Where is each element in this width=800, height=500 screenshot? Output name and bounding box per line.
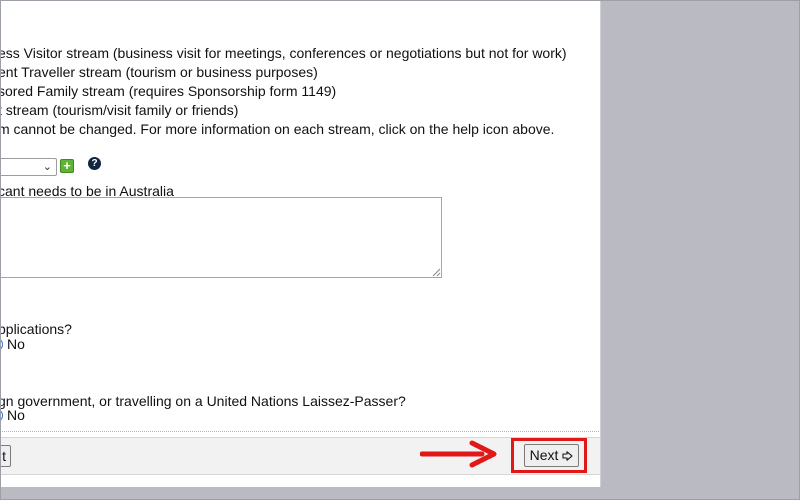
radio-button[interactable]: [0, 408, 3, 422]
question-circle-icon[interactable]: ?: [88, 157, 101, 170]
divider: [0, 431, 600, 432]
chevron-down-icon: ⌄: [42, 161, 52, 173]
form-panel: ess Visitor stream (business visit for m…: [0, 0, 601, 487]
plus-square-icon[interactable]: +: [60, 159, 74, 173]
stream-option-business-visitor: ess Visitor stream (business visit for m…: [0, 45, 567, 61]
next-button[interactable]: Next: [524, 444, 579, 467]
radio-no-foreign-government[interactable]: No: [0, 407, 25, 423]
stream-option-frequent-traveller: ent Traveller stream (tourism or busines…: [0, 64, 318, 80]
reason-textarea[interactable]: [0, 197, 442, 278]
arrow-right-outline-icon: [562, 450, 573, 461]
radio-no-previous-applications[interactable]: No: [0, 336, 25, 352]
stream-option-tourist: t stream (tourism/visit family or friend…: [0, 102, 239, 118]
question-foreign-government: gn government, or travelling on a United…: [0, 393, 406, 409]
resize-grip-icon[interactable]: [432, 268, 441, 277]
previous-button[interactable]: t: [0, 445, 11, 467]
radio-button[interactable]: [0, 337, 3, 351]
page-gutter-bottom: [0, 487, 601, 500]
question-previous-applications: pplications?: [0, 321, 72, 337]
radio-label: No: [7, 336, 25, 352]
pointer-arrow-icon: [420, 440, 497, 468]
page-gutter: [601, 0, 800, 500]
stream-option-sponsored-family: sored Family stream (requires Sponsorshi…: [0, 83, 337, 99]
stream-note: m cannot be changed. For more informatio…: [0, 121, 555, 137]
next-button-label: Next: [529, 447, 559, 463]
stream-select[interactable]: ⌄: [0, 158, 57, 176]
radio-label: No: [7, 407, 25, 423]
